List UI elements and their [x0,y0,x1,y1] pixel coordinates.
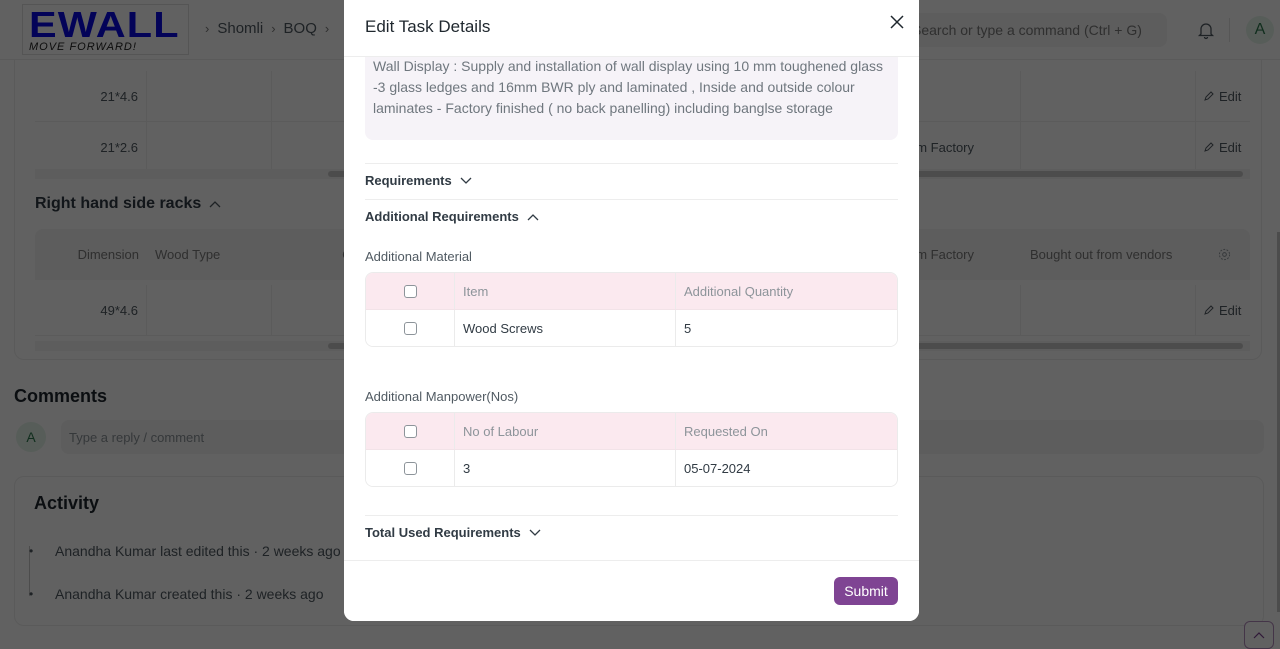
header-item: Item [455,273,676,309]
submit-button[interactable]: Submit [834,577,898,605]
additional-manpower-label: Additional Manpower(Nos) [365,389,519,404]
divider [365,199,898,200]
row-checkbox-cell [366,310,455,346]
task-description: Wall Display : Supply and installation o… [365,46,898,140]
additional-requirements-section-toggle[interactable]: Additional Requirements [365,209,539,224]
cell-additional-quantity[interactable]: 5 [676,310,897,346]
additional-material-label: Additional Material [365,249,472,264]
chevron-down-icon [529,529,541,536]
requirements-label: Requirements [365,173,452,188]
total-used-requirements-section-toggle[interactable]: Total Used Requirements [365,525,541,540]
chevron-down-icon [460,177,472,184]
modal-footer: Submit [344,560,919,621]
header-checkbox-cell [366,273,455,309]
requirements-section-toggle[interactable]: Requirements [365,173,472,188]
table-header: No of Labour Requested On [366,413,897,449]
header-additional-quantity: Additional Quantity [684,283,794,299]
table-row[interactable]: Wood Screws 5 [366,309,897,346]
row-checkbox[interactable] [403,322,417,335]
modal-title: Edit Task Details [365,17,491,36]
divider [365,163,898,164]
header-no-of-labour: No of Labour [455,413,676,449]
row-checkbox[interactable] [403,462,417,475]
edit-task-modal: Edit Task Details Wall Display : Supply … [344,0,919,621]
table-row[interactable]: 3 05-07-2024 [366,449,897,486]
header-requested-on: Requested On [684,423,768,439]
cell-item[interactable]: Wood Screws [455,310,676,346]
cell-no-of-labour[interactable]: 3 [455,450,676,486]
table-header: Item Additional Quantity [366,273,897,309]
additional-material-table: Item Additional Quantity Wood Screws 5 [365,272,898,347]
select-all-checkbox[interactable] [403,284,417,298]
close-icon[interactable] [888,13,906,31]
divider [365,515,898,516]
cell-requested-on[interactable]: 05-07-2024 [676,450,897,486]
modal-header: Edit Task Details [344,0,919,57]
header-checkbox-cell [366,413,455,449]
row-checkbox-cell [366,450,455,486]
total-used-requirements-label: Total Used Requirements [365,525,521,540]
additional-manpower-table: No of Labour Requested On 3 05-07-2024 [365,412,898,487]
additional-requirements-label: Additional Requirements [365,209,519,224]
select-all-checkbox[interactable] [403,424,417,438]
chevron-up-icon [527,213,539,220]
